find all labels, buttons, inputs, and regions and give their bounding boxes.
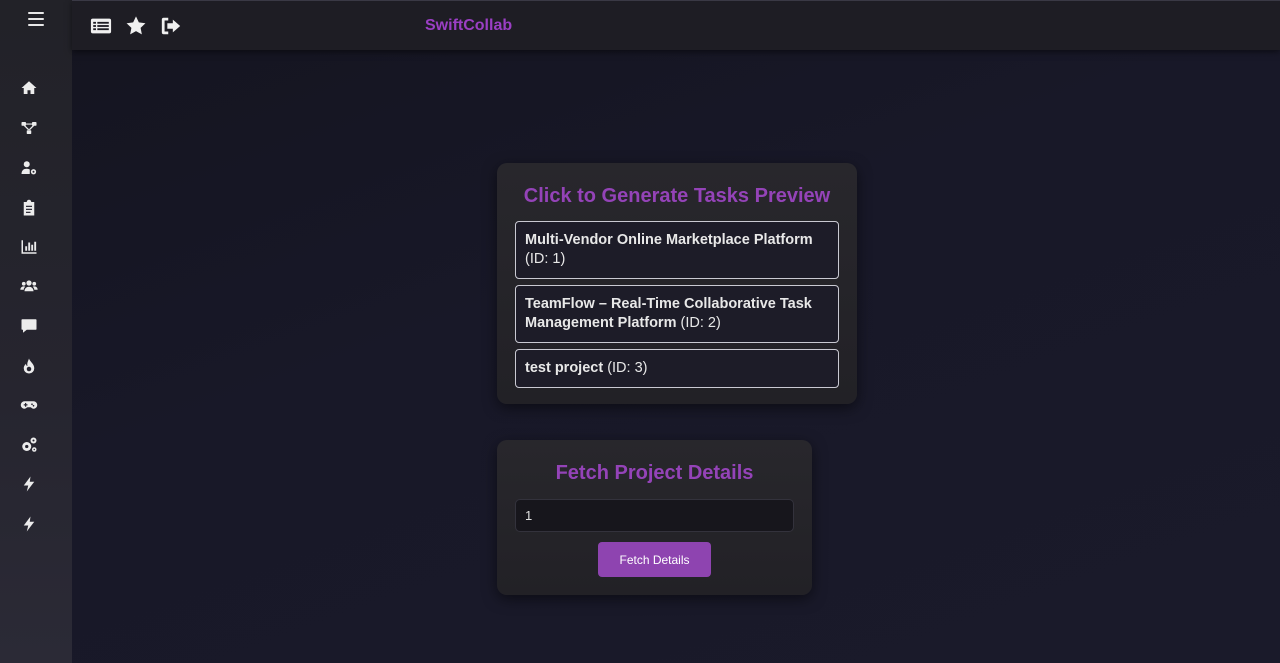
user-settings-icon[interactable] [19,158,39,178]
gamepad-icon[interactable] [19,395,39,415]
project-name: Multi-Vendor Online Marketplace Platform [525,232,813,248]
sitemap-icon[interactable] [19,118,39,138]
tasks-preview-card: Click to Generate Tasks Preview Multi-Ve… [497,163,857,404]
top-navbar: SwiftCollab [72,0,1280,50]
project-item[interactable]: Multi-Vendor Online Marketplace Platform… [515,221,839,279]
fetch-details-button[interactable]: Fetch Details [598,542,711,577]
project-name: test project [525,360,604,376]
star-icon[interactable] [125,15,147,37]
project-id: (ID: 3) [607,360,648,376]
bolt-icon[interactable] [19,514,39,534]
sidebar [0,0,72,663]
project-id-input[interactable] [515,499,794,532]
hamburger-menu-icon[interactable] [26,10,46,28]
users-icon[interactable] [19,276,39,296]
cogs-icon[interactable] [19,435,39,455]
comment-icon[interactable] [19,316,39,336]
fetch-details-card: Fetch Project Details Fetch Details [497,440,812,595]
chart-bar-icon[interactable] [19,237,39,257]
list-icon[interactable] [90,15,112,37]
bolt-icon[interactable] [19,474,39,494]
app-title[interactable]: SwiftCollab [425,17,512,35]
project-id: (ID: 1) [525,251,566,267]
clipboard-icon[interactable] [19,198,39,218]
project-item[interactable]: TeamFlow – Real-Time Collaborative Task … [515,285,839,343]
fetch-details-title: Fetch Project Details [555,462,754,484]
fire-icon[interactable] [19,356,39,376]
sign-out-icon[interactable] [160,15,182,37]
project-name: TeamFlow – Real-Time Collaborative Task … [525,296,812,331]
tasks-preview-title: Click to Generate Tasks Preview [523,185,831,207]
project-id: (ID: 2) [680,315,721,331]
project-list: Multi-Vendor Online Marketplace Platform… [515,221,839,394]
project-item[interactable]: test project (ID: 3) [515,349,839,388]
home-icon[interactable] [19,78,39,98]
